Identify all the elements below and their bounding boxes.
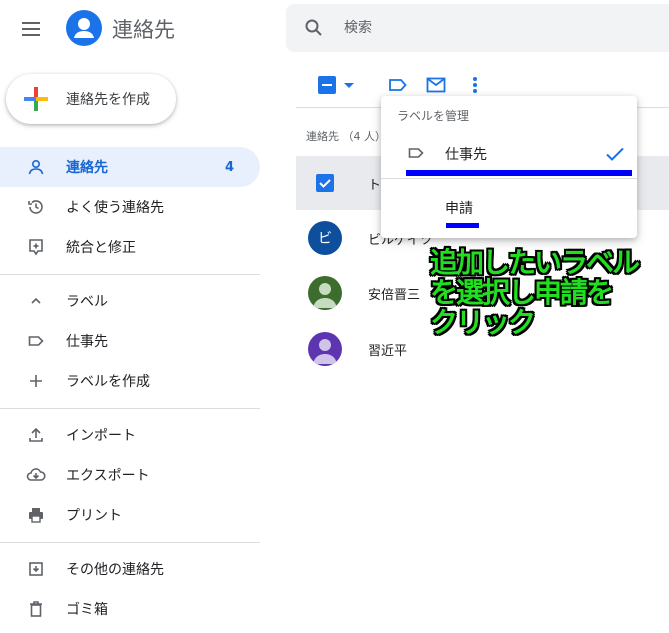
checkmark-icon xyxy=(603,142,627,166)
manage-labels-menu: ラベルを管理 仕事先 申請 xyxy=(381,96,637,238)
upload-icon xyxy=(26,425,46,445)
contacts-count: 4 xyxy=(224,159,234,175)
cloud-download-icon xyxy=(26,465,46,485)
sidebar-item-print[interactable]: プリント xyxy=(0,495,260,535)
sidebar-divider xyxy=(0,274,260,275)
create-contact-label: 連絡先を作成 xyxy=(66,92,150,108)
search-input[interactable] xyxy=(344,16,644,40)
contacts-count-header: 連絡先 （4 人） xyxy=(306,130,386,143)
label-icon xyxy=(26,331,46,351)
plus-icon xyxy=(24,87,48,111)
sidebar-item-label: ゴミ箱 xyxy=(66,602,108,618)
menu-title: ラベルを管理 xyxy=(397,109,470,123)
chevron-down-icon[interactable] xyxy=(344,74,354,96)
menu-item-label: 申請 xyxy=(445,201,473,217)
sidebar-item-label: よく使う連絡先 xyxy=(66,200,164,216)
search-bar xyxy=(286,4,669,52)
sidebar-item-label: 仕事先 xyxy=(66,334,108,350)
avatar: ビ xyxy=(308,221,342,255)
avatar xyxy=(308,276,342,310)
contact-name: 安倍晋三 xyxy=(368,287,421,303)
sidebar-item-label: エクスポート xyxy=(66,468,150,484)
sidebar-item-frequent[interactable]: よく使う連絡先 xyxy=(0,187,260,227)
merge-fix-icon xyxy=(26,237,46,257)
avatar xyxy=(308,332,342,366)
app-header: 連絡先 xyxy=(0,0,280,56)
sidebar-item-contacts[interactable]: 連絡先 4 xyxy=(0,147,260,187)
add-icon xyxy=(26,371,46,391)
highlight-underline xyxy=(446,223,479,228)
row-checkbox[interactable] xyxy=(316,174,334,192)
create-contact-button[interactable]: 連絡先を作成 xyxy=(6,74,176,124)
mail-icon[interactable] xyxy=(426,74,446,96)
person-icon xyxy=(26,157,46,177)
sidebar-item-other-contacts[interactable]: その他の連絡先 xyxy=(0,549,260,589)
main-menu-icon[interactable] xyxy=(22,16,48,42)
menu-item-label: 仕事先 xyxy=(445,147,487,163)
chevron-up-icon xyxy=(26,291,46,311)
sidebar-item-label: プリント xyxy=(66,508,122,524)
sidebar-divider xyxy=(0,542,260,543)
sidebar-item-label: 連絡先 xyxy=(66,160,108,176)
sidebar-item-create-label[interactable]: ラベルを作成 xyxy=(0,361,260,401)
menu-item-label-work[interactable]: 仕事先 xyxy=(381,134,637,174)
labels-header-label: ラベル xyxy=(66,294,108,310)
contacts-logo-icon xyxy=(66,10,102,46)
label-icon[interactable] xyxy=(388,74,408,96)
archive-download-icon xyxy=(26,559,46,579)
sidebar-item-label-work[interactable]: 仕事先 xyxy=(0,321,260,361)
select-all-checkbox[interactable] xyxy=(318,74,336,96)
instruction-annotation: 追加したいラベル を選択し申請を クリック xyxy=(430,246,640,339)
sidebar-item-export[interactable]: エクスポート xyxy=(0,455,260,495)
app-title: 連絡先 xyxy=(112,18,175,42)
label-icon xyxy=(407,144,427,164)
more-vert-icon[interactable] xyxy=(472,74,478,96)
sidebar-item-label: ラベルを作成 xyxy=(66,374,150,390)
trash-icon xyxy=(26,599,46,619)
search-icon[interactable] xyxy=(304,18,324,38)
sidebar-item-label: 統合と修正 xyxy=(66,240,136,256)
menu-item-label-apply[interactable]: 申請 xyxy=(381,188,637,228)
sidebar-labels-header[interactable]: ラベル xyxy=(0,281,260,321)
menu-divider xyxy=(381,178,637,179)
sidebar-divider xyxy=(0,408,260,409)
printer-icon xyxy=(26,505,46,525)
history-icon xyxy=(26,197,46,217)
contact-name: 習近平 xyxy=(368,343,408,359)
highlight-underline xyxy=(406,170,632,176)
sidebar-item-import[interactable]: インポート xyxy=(0,415,260,455)
sidebar-item-trash[interactable]: ゴミ箱 xyxy=(0,589,260,629)
contact-name: ト xyxy=(368,177,382,193)
sidebar-item-label: インポート xyxy=(66,428,136,444)
sidebar-item-merge[interactable]: 統合と修正 xyxy=(0,227,260,267)
sidebar-item-label: その他の連絡先 xyxy=(66,562,164,578)
